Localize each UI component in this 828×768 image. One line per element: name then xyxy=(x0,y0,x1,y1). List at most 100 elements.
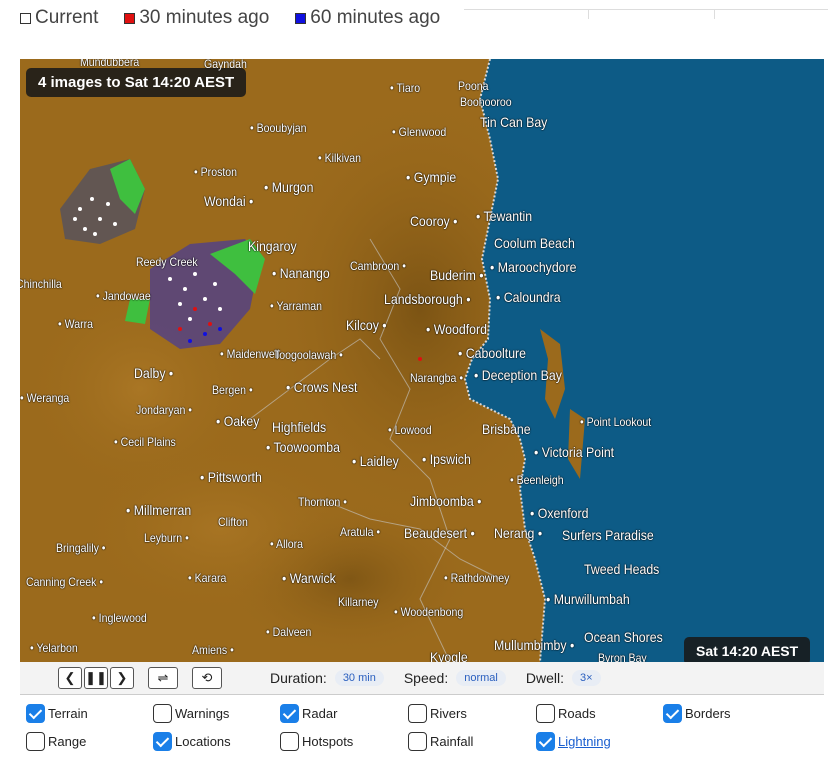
checkbox[interactable] xyxy=(536,704,555,723)
place-label: Caboolture xyxy=(458,345,526,361)
place-label: Victoria Point xyxy=(534,444,614,460)
radar-current-time-badge: Sat 14:20 AEST xyxy=(684,637,811,662)
option-warnings[interactable]: Warnings xyxy=(153,704,229,723)
place-label: Leyburn xyxy=(144,531,189,545)
place-label: Pittsworth xyxy=(200,469,262,485)
terrain-layer xyxy=(20,59,824,662)
place-label: Mullumbimby xyxy=(494,637,574,653)
checkbox[interactable] xyxy=(153,704,172,723)
place-label: Ocean Shores xyxy=(584,629,663,645)
duration-select[interactable]: 30 min xyxy=(334,670,384,686)
option-locations[interactable]: Locations xyxy=(153,732,231,751)
swap-icon[interactable]: ⇌ xyxy=(148,667,178,689)
previous-frame-button[interactable]: ❮ xyxy=(58,667,82,689)
layer-options: Terrain Warnings Radar Rivers Roads Bord… xyxy=(20,698,824,754)
pause-button[interactable]: ❚❚ xyxy=(84,667,108,689)
playback-buttons: ❮ ❚❚ ❯ xyxy=(58,667,136,689)
place-label: Tewantin xyxy=(476,208,533,224)
place-label: Oxenford xyxy=(530,505,589,521)
place-label: Mundubbera xyxy=(80,59,140,69)
place-label: Deception Bay xyxy=(474,367,562,383)
place-label: Gayndah xyxy=(204,59,247,71)
place-label: Weranga xyxy=(20,391,70,405)
place-label: Nanango xyxy=(272,265,330,281)
duration-label: Duration: xyxy=(270,670,327,686)
place-label: Tin Can Bay xyxy=(480,114,548,130)
place-label: Woodford xyxy=(426,321,487,337)
place-label: Jandowae xyxy=(96,289,151,303)
legend-30min: 30 minutes ago xyxy=(124,7,269,29)
place-label: Cooroy xyxy=(410,213,457,229)
place-label: Caloundra xyxy=(496,289,561,305)
place-label: Buderim xyxy=(430,267,484,283)
place-label: Inglewood xyxy=(92,611,147,625)
lightning-link[interactable]: Lightning xyxy=(558,734,611,749)
checkbox[interactable] xyxy=(663,704,682,723)
place-label: Yelarbon xyxy=(30,641,77,655)
top-divider xyxy=(464,9,828,19)
option-rivers[interactable]: Rivers xyxy=(408,704,467,723)
place-label: Aratula xyxy=(340,525,380,539)
option-radar[interactable]: Radar xyxy=(280,704,337,723)
checkbox[interactable] xyxy=(153,732,172,751)
place-label: Kilkivan xyxy=(318,151,361,165)
radar-map[interactable]: 4 images to Sat 14:20 AEST Sat 14:20 AES… xyxy=(20,59,824,662)
place-label: Beenleigh xyxy=(510,473,564,487)
place-label: Bringalily xyxy=(56,541,105,555)
legend-current: Current xyxy=(20,7,98,29)
animation-controls: ❮ ❚❚ ❯ ⇌ ⟲ Duration: 30 min Speed: norma… xyxy=(20,662,824,695)
checkbox[interactable] xyxy=(408,704,427,723)
checkbox[interactable] xyxy=(408,732,427,751)
place-label: Murwillumbah xyxy=(546,591,630,607)
place-label: Yarraman xyxy=(270,299,322,313)
place-label: Killarney xyxy=(338,595,379,609)
place-label: Brisbane xyxy=(482,421,531,437)
lightning-legend: Current 30 minutes ago 60 minutes ago xyxy=(20,5,466,31)
sync-icon[interactable]: ⟲ xyxy=(192,667,222,689)
place-label: Kilcoy xyxy=(346,317,387,333)
place-label: Dalveen xyxy=(266,625,312,639)
place-label: Surfers Paradise xyxy=(562,527,654,543)
place-label: Chinchilla xyxy=(20,277,62,291)
place-label: Beaudesert xyxy=(404,525,475,541)
option-lightning[interactable]: Lightning xyxy=(536,732,611,751)
place-label: Narangba xyxy=(410,371,463,385)
place-label: Jimboomba xyxy=(410,493,481,509)
dwell-select[interactable]: 3× xyxy=(571,670,601,686)
checkbox[interactable] xyxy=(280,732,299,751)
option-range[interactable]: Range xyxy=(26,732,86,751)
option-rainfall[interactable]: Rainfall xyxy=(408,732,473,751)
place-label: Canning Creek xyxy=(26,575,103,589)
option-hotspots[interactable]: Hotspots xyxy=(280,732,353,751)
place-label: Gympie xyxy=(406,169,456,185)
next-frame-button[interactable]: ❯ xyxy=(110,667,134,689)
place-label: Reedy Creek xyxy=(136,255,198,269)
place-label: Poona xyxy=(458,79,489,93)
place-label: Glenwood xyxy=(392,125,447,139)
checkbox[interactable] xyxy=(280,704,299,723)
dwell-label: Dwell: xyxy=(525,670,564,686)
place-label: Proston xyxy=(194,165,237,179)
option-borders[interactable]: Borders xyxy=(663,704,731,723)
place-label: Tweed Heads xyxy=(584,561,660,577)
place-label: Allora xyxy=(270,537,303,551)
place-label: Lowood xyxy=(388,423,432,437)
checkbox[interactable] xyxy=(536,732,555,751)
place-label: Ipswich xyxy=(422,451,471,467)
place-label: Kingaroy xyxy=(248,238,297,254)
checkbox[interactable] xyxy=(26,704,45,723)
place-label: Landsborough xyxy=(384,291,471,307)
radar-time-range-badge: 4 images to Sat 14:20 AEST xyxy=(26,68,247,97)
place-label: Wondai xyxy=(204,193,253,209)
place-label: Amiens xyxy=(192,643,234,657)
option-terrain[interactable]: Terrain xyxy=(26,704,88,723)
place-label: Tiaro xyxy=(390,81,420,95)
speed-select[interactable]: normal xyxy=(456,670,506,686)
place-label: Nerang xyxy=(494,525,542,541)
option-roads[interactable]: Roads xyxy=(536,704,596,723)
place-label: Maroochydore xyxy=(490,259,577,275)
legend-60min: 60 minutes ago xyxy=(295,7,440,29)
speed-label: Speed: xyxy=(403,670,449,686)
checkbox[interactable] xyxy=(26,732,45,751)
place-label: Jondaryan xyxy=(136,403,192,417)
